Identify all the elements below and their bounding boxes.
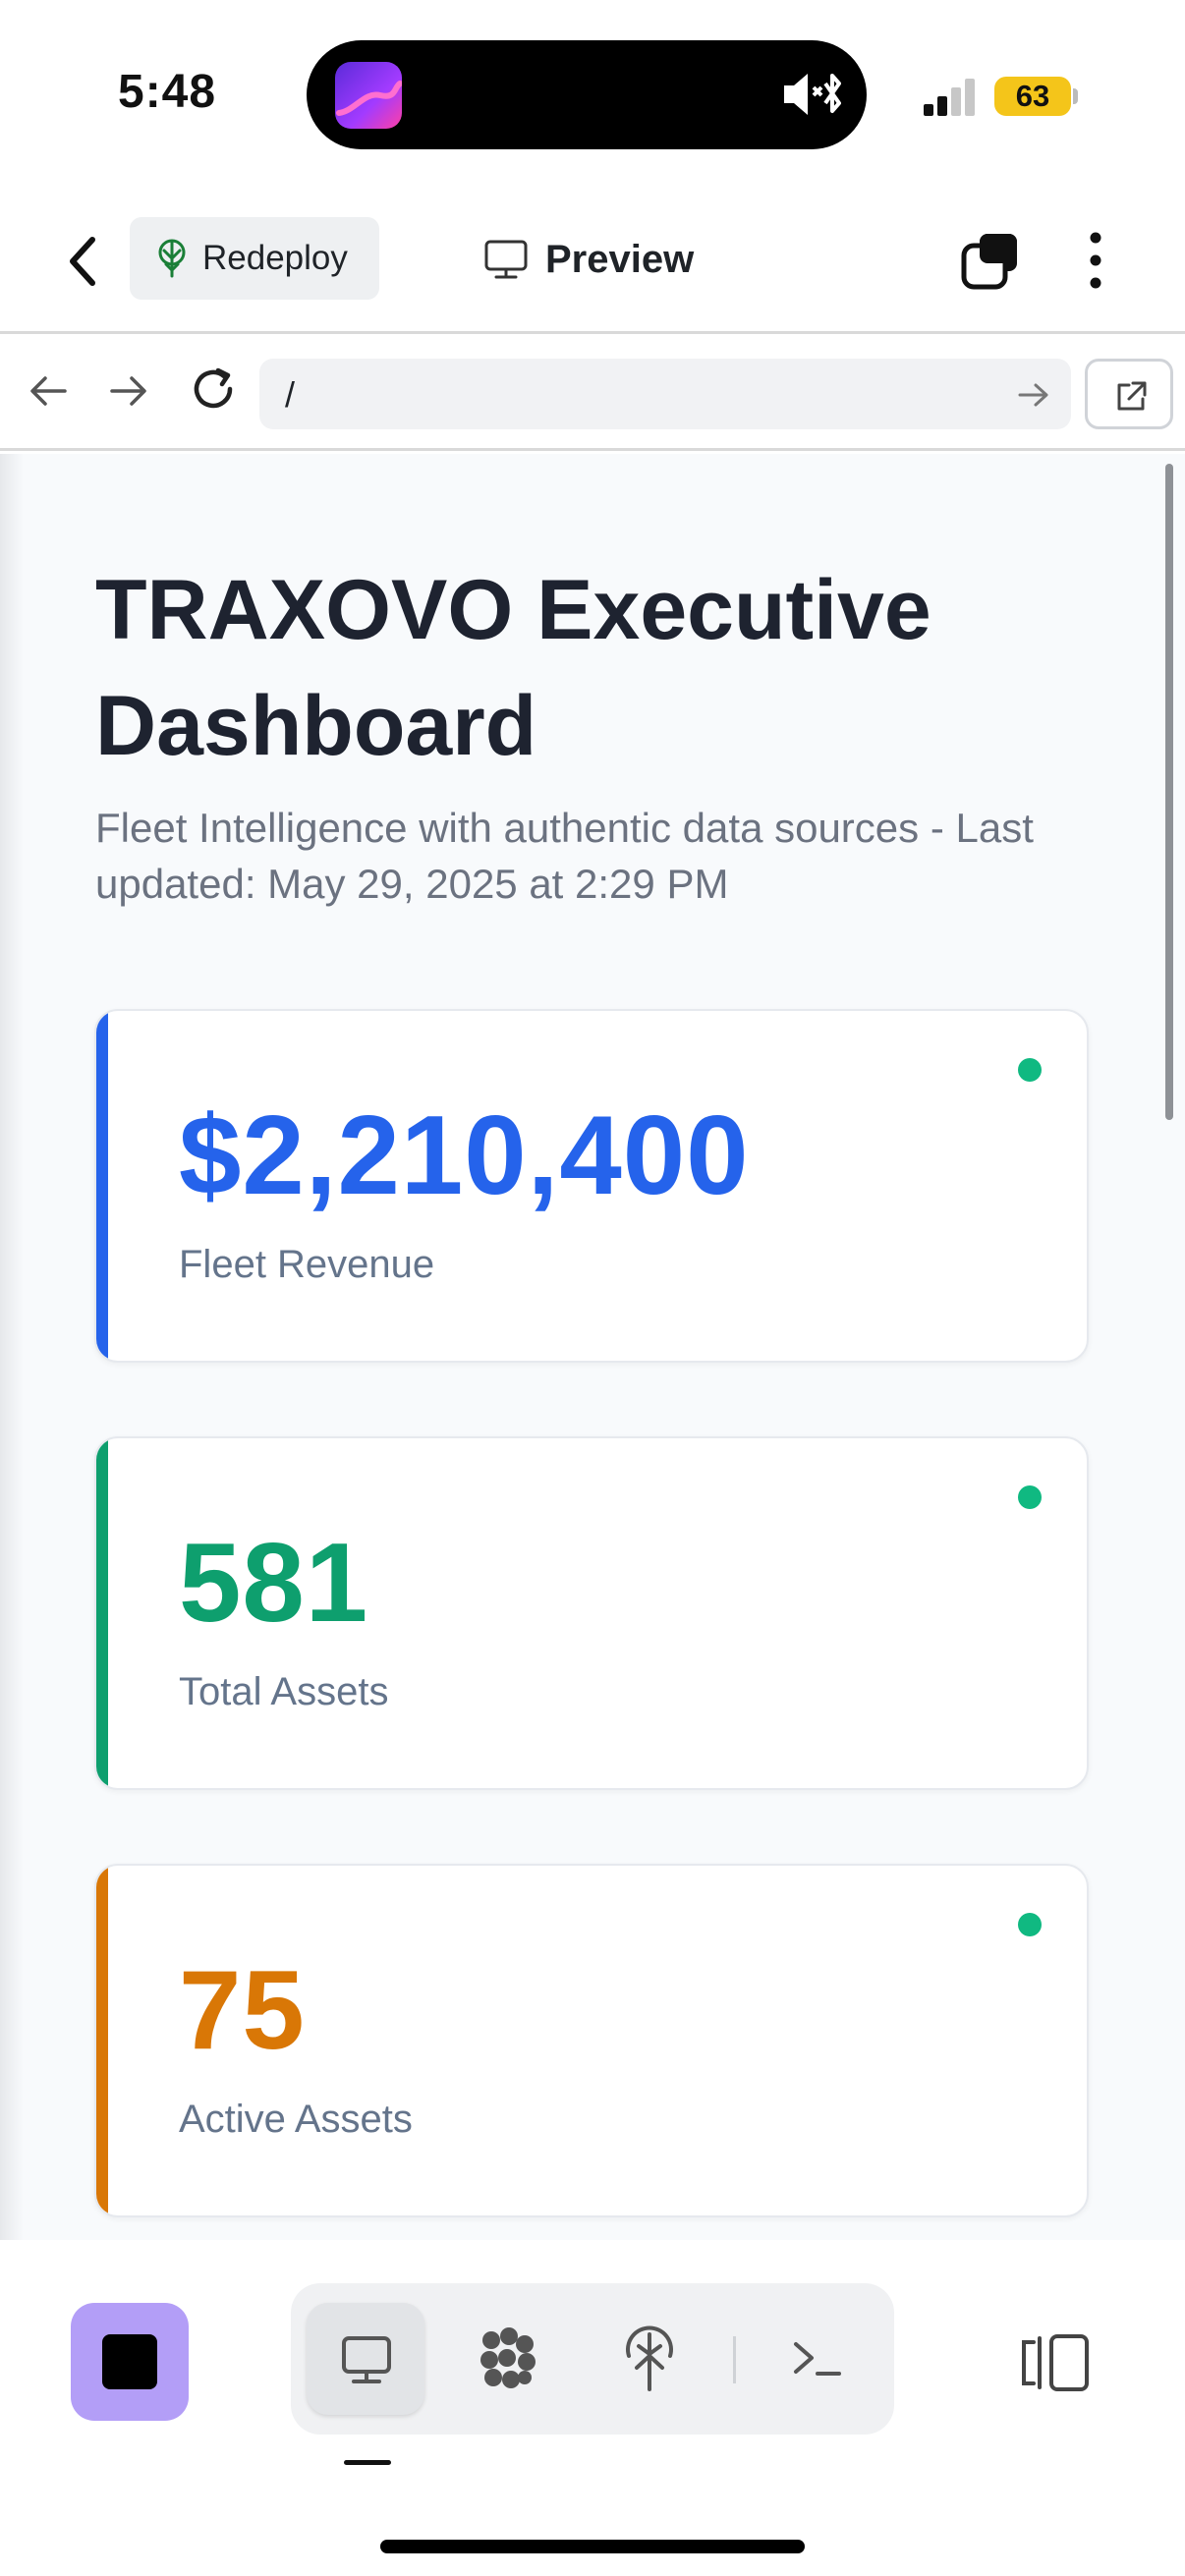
back-button[interactable] [57,230,112,293]
tabs-switcher-button[interactable] [958,228,1023,293]
app-screen: 5:48 63 Redeploy Preview / TRAXOVO Execu… [0,0,1185,2576]
agents-tool-button[interactable] [448,2303,566,2415]
external-link-icon [1117,381,1147,411]
metric-label: Active Assets [179,2098,413,2141]
page-title: TRAXOVO Executive Dashboard [95,563,931,773]
preview-tab[interactable]: Preview [484,232,694,287]
preview-browser-bar: / [0,337,1185,451]
preview-tool-button[interactable] [307,2303,424,2415]
go-arrow-icon[interactable] [1016,378,1051,412]
chevron-left-icon [70,237,95,286]
status-bar: 5:48 63 [0,0,1185,187]
preview-content[interactable]: TRAXOVO Executive Dashboard Fleet Intell… [0,454,1185,2240]
dynamic-island[interactable] [307,40,867,149]
status-dot [1018,1913,1042,1936]
page-subtitle: Fleet Intelligence with authentic data s… [95,805,1034,907]
active-tool-indicator [344,2460,391,2465]
console-icon [794,2342,841,2376]
stop-button[interactable] [71,2303,189,2421]
nav-forward-button[interactable] [106,368,151,414]
metric-card-fleet-revenue: $2,210,400 Fleet Revenue [94,1009,1089,1363]
more-options-button[interactable] [1076,228,1115,293]
arrow-left-icon [30,376,67,406]
home-indicator[interactable] [380,2540,805,2553]
card-accent-bar [96,1011,108,1361]
redeploy-button[interactable]: Redeploy [130,217,379,300]
arrow-right-icon [110,376,146,406]
open-in-new-tab-button[interactable] [1085,359,1173,429]
preview-label: Preview [545,237,695,281]
now-playing-app-icon[interactable] [335,62,402,129]
split-view-button[interactable] [1020,2330,1091,2395]
bottom-toolbar [0,2240,1185,2576]
reload-icon [194,367,233,409]
url-input[interactable]: / [259,359,1071,429]
tool-divider [733,2336,736,2383]
kebab-menu-icon [1090,232,1101,289]
url-text: / [285,374,296,415]
cellular-signal-icon [924,79,979,121]
agents-icon [480,2327,536,2388]
status-time: 5:48 [118,66,217,118]
tool-switcher [291,2283,894,2435]
nav-back-button[interactable] [26,368,71,414]
scrollbar[interactable] [1165,464,1173,1120]
metric-value: 75 [179,1948,306,2073]
status-dot [1018,1485,1042,1509]
deploy-icon [626,2325,673,2391]
content-edge-shadow [0,454,24,2240]
card-accent-bar [96,1866,108,2215]
metric-card-total-assets: 581 Total Assets [94,1436,1089,1790]
console-tool-button[interactable] [759,2303,876,2415]
stop-square-icon [102,2334,157,2389]
metric-label: Fleet Revenue [179,1243,435,1286]
mute-bluetooth-icon [782,68,843,126]
battery-indicator: 63 [994,77,1071,116]
app-toolbar: Redeploy Preview [0,187,1185,334]
redeploy-label: Redeploy [202,239,348,277]
metric-label: Total Assets [179,1670,389,1713]
card-accent-bar [96,1438,108,1788]
monitor-icon [342,2336,391,2383]
reload-button[interactable] [189,364,238,414]
battery-tip [1073,88,1078,104]
metric-card-active-assets: 75 Active Assets [94,1864,1089,2217]
deploy-tree-icon [158,239,186,278]
deploy-tool-button[interactable] [590,2303,707,2415]
metric-value: 581 [179,1521,369,1646]
status-dot [1018,1058,1042,1082]
monitor-icon [484,240,528,279]
split-view-icon [1022,2334,1089,2391]
tabs-icon [961,234,1017,290]
metric-value: $2,210,400 [179,1093,750,1218]
